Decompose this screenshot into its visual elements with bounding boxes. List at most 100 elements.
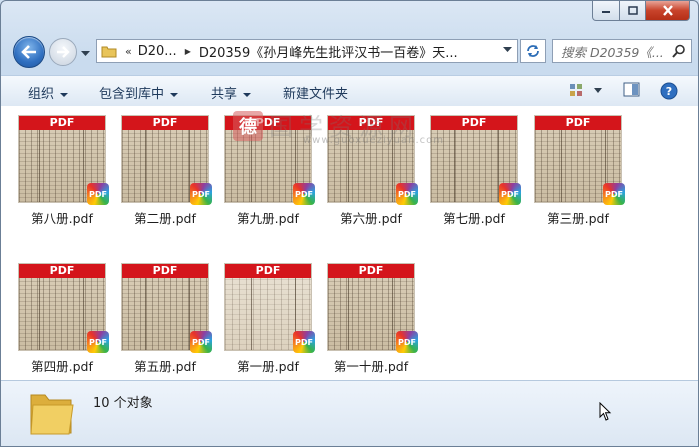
help-icon: ? xyxy=(660,82,678,100)
page-rule-line xyxy=(561,130,562,202)
refresh-icon xyxy=(527,45,539,57)
page-rule-line xyxy=(145,278,146,350)
pdf-banner: PDF xyxy=(225,116,311,130)
preview-pane-button[interactable] xyxy=(623,82,641,101)
maximize-button[interactable] xyxy=(620,1,646,21)
folder-icon xyxy=(30,394,74,435)
search-box[interactable]: 搜索 D20359《... xyxy=(552,39,692,63)
pdf-app-icon: PDF xyxy=(293,331,315,353)
page-rule-line xyxy=(39,130,40,202)
file-name[interactable]: 第六册.pdf xyxy=(320,208,422,227)
pdf-banner: PDF xyxy=(328,116,414,130)
back-button[interactable] xyxy=(13,36,45,68)
file-name[interactable]: 第一册.pdf xyxy=(217,356,319,375)
page-rule-line xyxy=(39,278,40,350)
pdf-app-icon: PDF xyxy=(87,183,109,205)
pdf-app-icon: PDF xyxy=(293,183,315,205)
page-rule-line xyxy=(251,278,252,350)
include-in-library-menu[interactable]: 包含到库中 xyxy=(99,83,179,102)
file-item[interactable]: PDF PDF 第五册.pdf xyxy=(122,254,222,374)
details-pane: 10 个对象 xyxy=(1,380,698,446)
share-label: 共享 xyxy=(211,87,238,102)
search-placeholder[interactable]: 搜索 D20359《... xyxy=(561,42,671,61)
item-count: 10 个对象 xyxy=(93,396,153,411)
close-button[interactable] xyxy=(646,1,690,21)
new-folder-button[interactable]: 新建文件夹 xyxy=(283,83,348,102)
organize-menu[interactable]: 组织 xyxy=(28,83,69,102)
page-rule-line xyxy=(392,278,393,350)
back-arrow-icon xyxy=(21,45,36,59)
page-rule-line xyxy=(348,130,349,202)
file-name[interactable]: 第五册.pdf xyxy=(114,356,216,375)
minimize-icon xyxy=(602,10,610,13)
page-rule-line xyxy=(145,130,146,202)
explorer-window: « D20... ▶ D20359《孙月峰先生批评汉书一百卷》天... 搜索 D… xyxy=(0,0,699,447)
file-name[interactable]: 第二册.pdf xyxy=(114,208,216,227)
file-name[interactable]: 第七册.pdf xyxy=(423,208,525,227)
pdf-app-icon: PDF xyxy=(396,183,418,205)
file-name[interactable]: 第九册.pdf xyxy=(217,208,319,227)
mouse-cursor-icon xyxy=(599,402,612,421)
folder-icon xyxy=(101,46,117,57)
file-item[interactable]: PDF PDF 第八册.pdf xyxy=(19,106,119,226)
file-item[interactable]: PDF PDF 第一册.pdf xyxy=(225,254,325,374)
page-rule-line xyxy=(83,278,84,350)
file-item[interactable]: PDF PDF 第七册.pdf xyxy=(431,106,531,226)
svg-text:?: ? xyxy=(666,85,672,98)
breadcrumb-separator-icon[interactable]: ▶ xyxy=(185,47,191,56)
file-item[interactable]: PDF PDF 第六册.pdf xyxy=(328,106,428,226)
breadcrumb-parent[interactable]: D20... xyxy=(138,44,177,59)
new-folder-label: 新建文件夹 xyxy=(283,87,349,102)
view-options-icon xyxy=(570,84,602,96)
pdf-app-icon: PDF xyxy=(87,331,109,353)
file-item[interactable]: PDF PDF 第二册.pdf xyxy=(122,106,222,226)
command-bar: 组织 包含到库中 共享 新建文件夹 ? xyxy=(1,75,698,107)
pdf-banner: PDF xyxy=(328,264,414,278)
pdf-app-icon: PDF xyxy=(603,183,625,205)
file-item[interactable]: PDF PDF 第九册.pdf xyxy=(225,106,325,226)
file-name[interactable]: 第四册.pdf xyxy=(11,356,113,375)
minimize-button[interactable] xyxy=(592,1,620,21)
page-rule-line xyxy=(251,130,252,202)
file-name[interactable]: 第八册.pdf xyxy=(11,208,113,227)
pdf-banner: PDF xyxy=(122,116,208,130)
file-name[interactable]: 第一十册.pdf xyxy=(320,356,422,375)
forward-button[interactable] xyxy=(49,38,77,66)
help-button[interactable]: ? xyxy=(660,82,678,103)
page-rule-line xyxy=(454,130,455,202)
page-rule-line xyxy=(348,278,349,350)
pdf-app-icon: PDF xyxy=(396,331,418,353)
breadcrumb-overflow[interactable]: « xyxy=(125,45,132,58)
caret-down-icon xyxy=(243,92,252,97)
breadcrumb-current[interactable]: D20359《孙月峰先生批评汉书一百卷》天... xyxy=(199,42,458,61)
forward-arrow-icon xyxy=(57,46,70,58)
pdf-banner: PDF xyxy=(225,264,311,278)
address-dropdown-icon[interactable] xyxy=(503,47,512,53)
share-menu[interactable]: 共享 xyxy=(211,83,252,102)
pdf-banner: PDF xyxy=(122,264,208,278)
pdf-banner: PDF xyxy=(19,116,105,130)
pdf-banner: PDF xyxy=(431,116,517,130)
preview-pane-icon xyxy=(623,82,640,97)
search-icon[interactable] xyxy=(672,44,686,58)
file-item[interactable]: PDF PDF 第一十册.pdf xyxy=(328,254,428,374)
pdf-app-icon: PDF xyxy=(190,183,212,205)
pdf-app-icon: PDF xyxy=(499,183,521,205)
caret-down-icon xyxy=(170,92,179,97)
file-name[interactable]: 第三册.pdf xyxy=(527,208,629,227)
refresh-button[interactable] xyxy=(520,39,546,63)
view-options-button[interactable] xyxy=(569,82,605,101)
content-edge xyxy=(694,106,698,380)
file-list[interactable]: PDF PDF 第八册.pdf PDF PDF 第二册.pdf PDF PDF 第九册.pdf P… xyxy=(1,106,698,380)
pdf-app-icon: PDF xyxy=(190,331,212,353)
maximize-icon xyxy=(627,6,638,15)
page-rule-line xyxy=(392,130,393,202)
file-item[interactable]: PDF PDF 第四册.pdf xyxy=(19,254,119,374)
page-rule-line xyxy=(83,130,84,202)
caret-down-icon xyxy=(60,92,69,97)
address-bar[interactable]: « D20... ▶ D20359《孙月峰先生批评汉书一百卷》天... xyxy=(96,39,518,63)
file-item[interactable]: PDF PDF 第三册.pdf xyxy=(535,106,635,226)
close-icon xyxy=(662,5,673,16)
chevron-down-icon xyxy=(81,51,90,56)
recent-pages-dropdown[interactable] xyxy=(81,46,90,60)
